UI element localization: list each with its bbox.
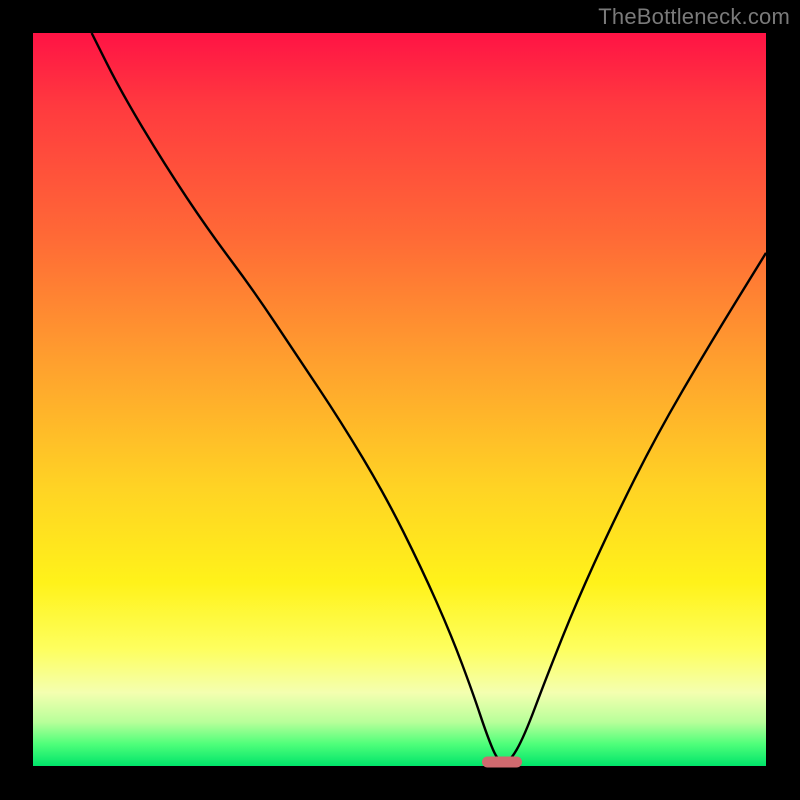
bottleneck-curve (92, 33, 766, 762)
optimal-marker (482, 757, 522, 768)
chart-plot-area (33, 33, 766, 766)
watermark-text: TheBottleneck.com (598, 4, 790, 30)
chart-frame: TheBottleneck.com (0, 0, 800, 800)
curve-svg (33, 33, 766, 766)
